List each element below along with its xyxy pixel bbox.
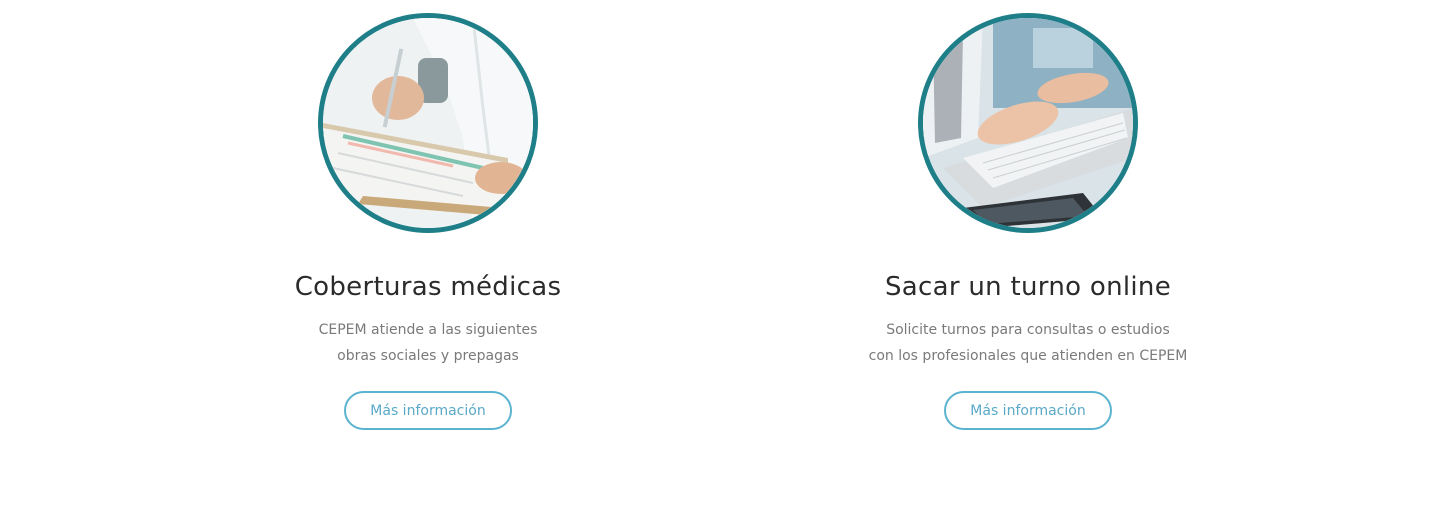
services-section: Coberturas médicas CEPEM atiende a las s… bbox=[0, 0, 1448, 508]
laptop-typing-photo bbox=[918, 13, 1138, 233]
card-description-line: CEPEM atiende a las siguientes bbox=[318, 322, 538, 338]
more-info-button[interactable]: Más información bbox=[944, 391, 1112, 430]
card-description-line: Solicite turnos para consultas o estudio… bbox=[886, 322, 1170, 338]
doctor-clipboard-photo bbox=[318, 13, 538, 233]
more-info-button[interactable]: Más información bbox=[344, 391, 512, 430]
card-description: CEPEM atiende a las siguientes obras soc… bbox=[319, 317, 538, 369]
card-title: Sacar un turno online bbox=[884, 272, 1171, 302]
card-title: Coberturas médicas bbox=[294, 272, 562, 302]
card-coberturas: Coberturas médicas CEPEM atiende a las s… bbox=[218, 0, 638, 430]
card-description-line: obras sociales y prepagas bbox=[337, 348, 519, 364]
card-description-line: con los profesionales que atienden en CE… bbox=[868, 348, 1188, 364]
card-description: Solicite turnos para consultas o estudio… bbox=[869, 317, 1188, 369]
card-turno-online: Sacar un turno online Solicite turnos pa… bbox=[818, 0, 1238, 430]
